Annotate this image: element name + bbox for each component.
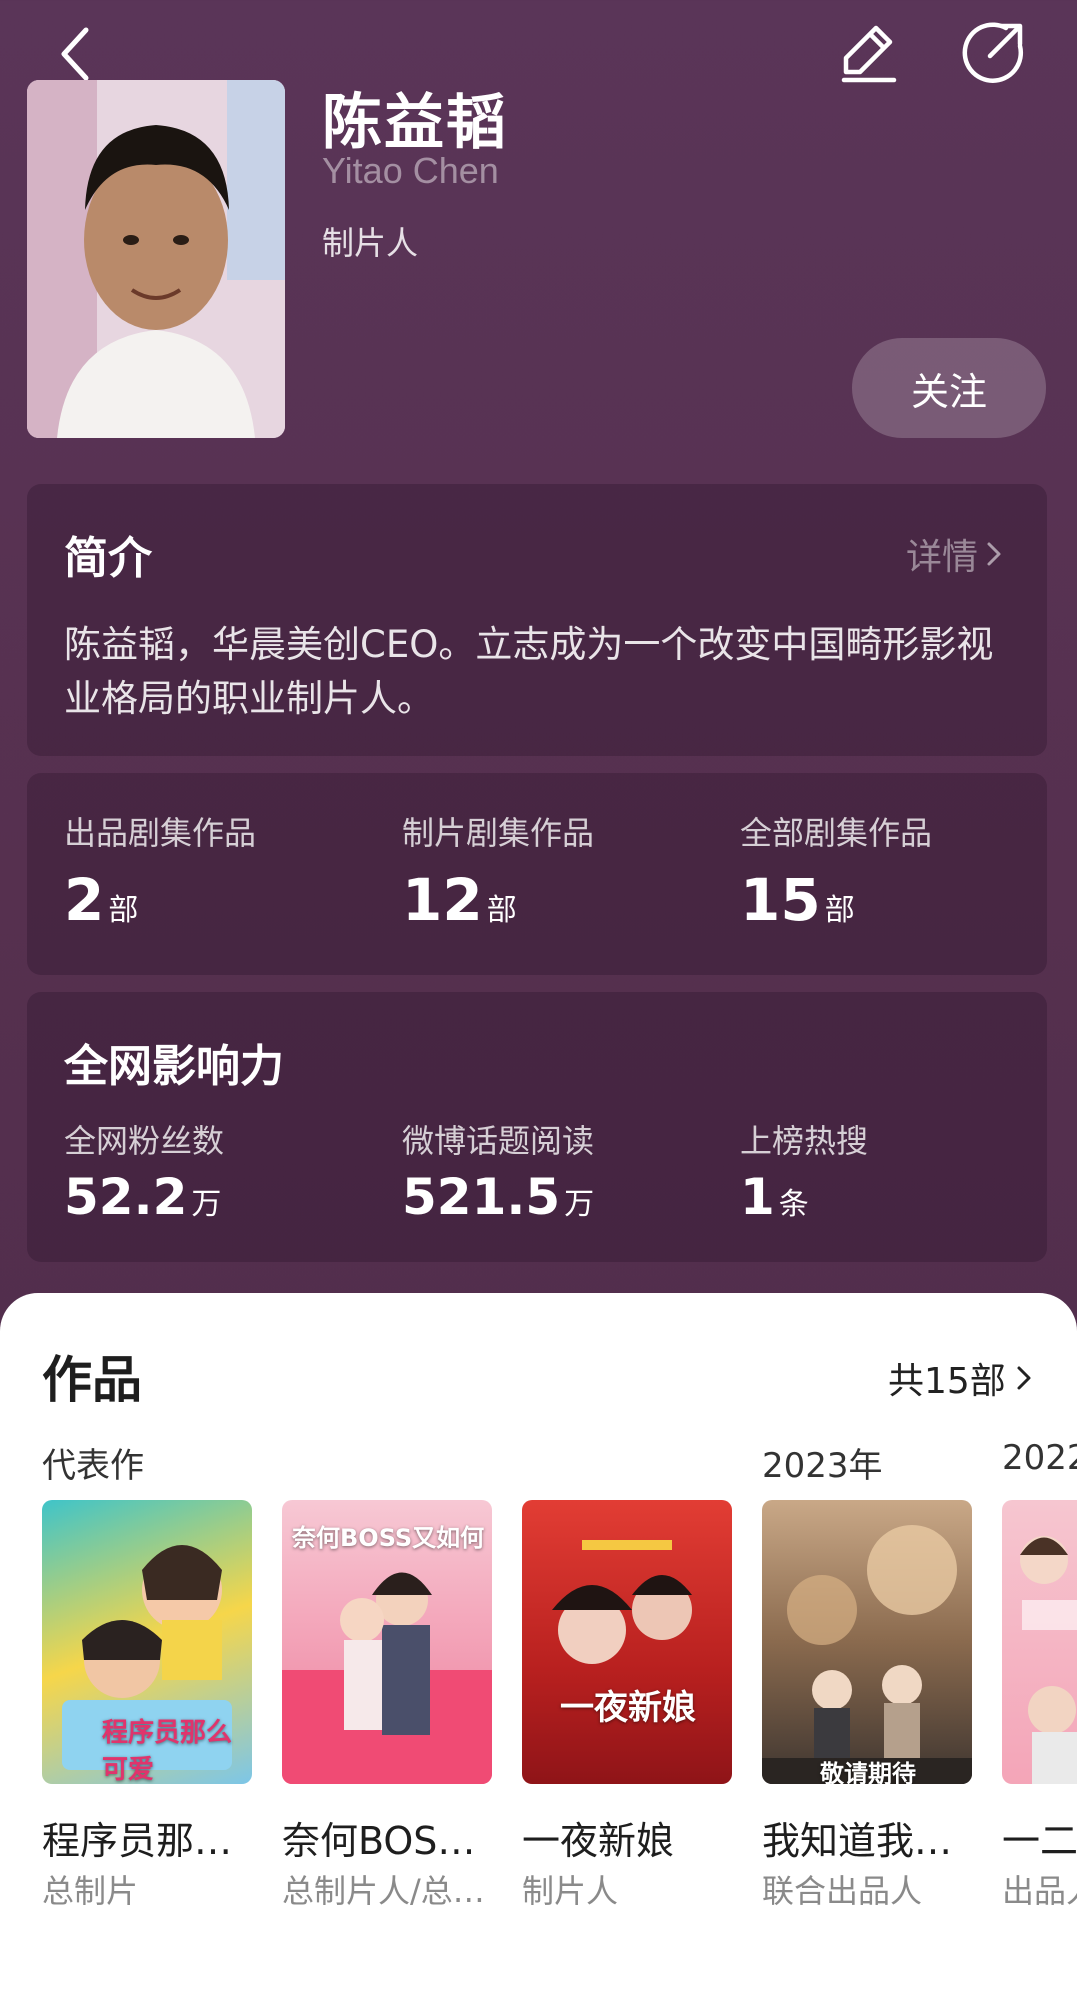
influence-title: 全网影响力	[64, 1041, 284, 1092]
work-poster[interactable]: 程序员那么可爱	[42, 1500, 252, 1784]
profile-name-cn: 陈益韬	[322, 88, 508, 158]
group-label-2023: 2023年	[762, 1446, 883, 1486]
stat-label: 出品剧集作品	[64, 814, 257, 852]
work-role: 联合出品人	[762, 1872, 923, 1910]
works-title: 作品	[42, 1351, 142, 1409]
stat-unit: 万	[191, 1187, 222, 1222]
profile-role: 制片人	[322, 224, 419, 262]
intro-text: 陈益韬，华晨美创CEO。立志成为一个改变中国畸形影视业格局的职业制片人。	[64, 623, 994, 720]
works-count-label: 共15部	[888, 1361, 1006, 1402]
stat-value: 2	[64, 866, 105, 934]
work-title[interactable]: 我知道我…	[762, 1810, 982, 1865]
follow-button[interactable]: 关注	[852, 338, 1046, 438]
stat-value: 521.5	[402, 1168, 561, 1226]
stat-produced[interactable]: 出品剧集作品 2部	[64, 808, 256, 934]
work-poster[interactable]: 奈何BOSS又如何	[282, 1500, 492, 1784]
avatar	[27, 80, 285, 438]
stat-label: 上榜热搜	[740, 1122, 869, 1160]
stat-label: 微博话题阅读	[402, 1122, 595, 1160]
work-poster[interactable]: 敬请期待	[762, 1500, 972, 1784]
influence-weibo-reads: 微博话题阅读 521.5 万	[402, 1116, 594, 1226]
influence-hot-search: 上榜热搜 1条	[740, 1116, 868, 1226]
stat-value: 15	[740, 866, 821, 934]
intro-detail-link[interactable]: 详情	[906, 528, 1004, 580]
poster-title-text: 一夜新娘	[560, 1688, 696, 1728]
pencil-icon	[841, 25, 897, 83]
work-role: 出品人	[1002, 1872, 1077, 1910]
work-title[interactable]: 程序员那…	[42, 1810, 262, 1865]
stat-unit: 万	[564, 1187, 595, 1222]
stat-value: 12	[402, 866, 483, 934]
edit-button[interactable]	[836, 20, 900, 84]
intro-detail-label: 详情	[906, 537, 979, 578]
share-arrow-icon	[962, 22, 1023, 83]
stat-unit: 部	[824, 893, 855, 928]
work-role: 总制片	[42, 1872, 139, 1910]
stat-production[interactable]: 制片剧集作品 12 部	[402, 808, 594, 934]
stat-value: 1	[740, 1168, 775, 1226]
works-count-link[interactable]: 共15部	[888, 1352, 1034, 1404]
intro-title: 简介	[64, 533, 152, 584]
work-role: 总制片人/总…	[282, 1872, 485, 1910]
stat-unit: 条	[778, 1187, 809, 1222]
work-title[interactable]: 奈何BOS…	[282, 1810, 502, 1865]
stat-unit: 部	[108, 893, 139, 928]
poster-title-text: 敬请期待	[820, 1760, 916, 1784]
poster-title-text: 奈何BOSS又如何	[292, 1524, 485, 1552]
group-label-2022: 2022	[1002, 1438, 1077, 1478]
profile-name-en: Yitao Chen	[322, 150, 499, 191]
stat-label: 全网粉丝数	[64, 1122, 225, 1160]
stat-label: 全部剧集作品	[740, 814, 933, 852]
share-button[interactable]	[962, 20, 1026, 84]
back-button[interactable]	[48, 24, 108, 84]
stat-all-works[interactable]: 全部剧集作品 15 部	[740, 808, 932, 934]
influence-fans: 全网粉丝数 52.2 万	[64, 1116, 224, 1226]
stat-unit: 部	[486, 893, 517, 928]
poster-title-text: 程序员那么可爱	[102, 1718, 233, 1784]
work-poster[interactable]	[1002, 1500, 1077, 1784]
group-label-representative: 代表作	[42, 1446, 144, 1486]
work-title[interactable]: 一二	[1002, 1810, 1077, 1865]
chevron-left-icon	[61, 27, 89, 81]
work-role: 制片人	[522, 1872, 619, 1910]
chevron-right-icon	[987, 542, 1001, 566]
chevron-right-icon	[1017, 1366, 1031, 1390]
work-poster[interactable]: 一夜新娘	[522, 1500, 732, 1784]
stat-value: 52.2	[64, 1168, 188, 1226]
work-title[interactable]: 一夜新娘	[522, 1810, 742, 1865]
stat-label: 制片剧集作品	[402, 814, 595, 852]
